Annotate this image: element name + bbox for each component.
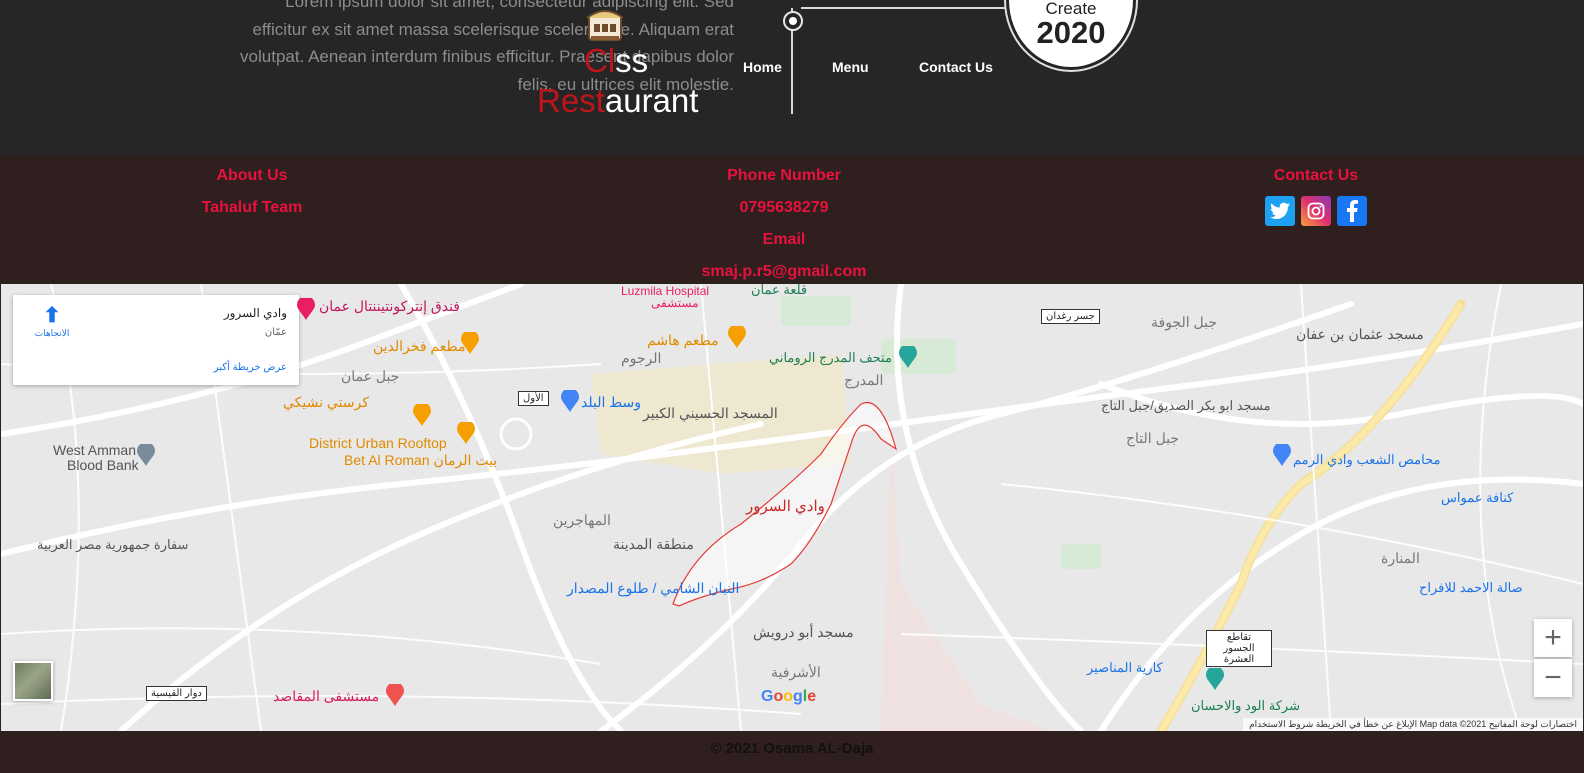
hospital-pin-icon[interactable] [386, 684, 404, 706]
place-pin-icon[interactable] [137, 444, 155, 466]
map-label: المسجد الحسيني الكبير [643, 405, 778, 421]
about-column: About Us Tahaluf Team [152, 160, 352, 224]
directions-button[interactable]: الاتجاهات [31, 304, 73, 339]
map-label: دوار القيسية [146, 686, 207, 701]
map-label: محامص الشعب وادي الرمم [1293, 452, 1441, 467]
map-label: مطعم هاشم [647, 332, 719, 348]
map-label: النبان الشامي / طلوع المصدار [567, 580, 740, 596]
map-label: مسجد ابو بكر الصديق/جبل التاج [1101, 398, 1271, 413]
map-label: جبل عمان [341, 368, 400, 384]
nav-contact-link[interactable]: Contact Us [919, 59, 993, 75]
map-label: الأشرفية [771, 664, 821, 680]
nav-menu-link[interactable]: Menu [832, 59, 869, 75]
contact-info-column: Phone Number 0795638279 Email smaj.p.r5@… [634, 160, 934, 288]
restaurant-pin-icon[interactable] [413, 404, 431, 426]
map-attribution[interactable]: الإبلاغ عن خطأ في الخريطة شروط الاستخدام… [1243, 718, 1583, 731]
map-label: مسجد أبو درويش [753, 624, 854, 640]
social-column: Contact Us [1216, 160, 1416, 226]
hero-line: efficitur ex sit amet massa scelerisque … [252, 19, 734, 39]
email-title: Email [762, 231, 806, 248]
map-label: وسط البلد [581, 394, 642, 410]
map-label: تقاطع الجسور العشرة [1206, 630, 1272, 667]
zoom-out-button[interactable]: − [1534, 659, 1572, 697]
map-label: صالة الاحمد للافراح [1419, 580, 1523, 595]
hero-line: volutpat. Aenean interdum finibus effici… [240, 47, 734, 66]
map-label: مطعم فخرالدين [373, 338, 466, 354]
year-badge: Create 2020 [1006, 0, 1136, 70]
hero-line: Lorem ipsum dolor sit amet, consectetur … [285, 0, 734, 11]
map-label: المنارة [1381, 550, 1420, 566]
map-label: West Amman [53, 442, 136, 458]
place-name: وادي السرور [223, 306, 287, 320]
about-title: About Us [216, 167, 288, 184]
about-text: Tahaluf Team [201, 199, 303, 216]
contact-title: Contact Us [1273, 167, 1359, 184]
phone-value: 0795638279 [739, 199, 829, 216]
restaurant-logo-icon [586, 10, 624, 41]
map-label: مسجد عثمان بن عفان [1296, 326, 1424, 342]
instagram-icon[interactable] [1301, 196, 1331, 226]
map-label: Blood Bank [67, 457, 139, 473]
logo-text-bottom: Restaurant [537, 82, 699, 119]
map-info-card: وادي السرور عمّان عرض خريطة أكبر الاتجاه… [13, 295, 299, 385]
map-label: مستشفى [651, 296, 699, 310]
phone-title: Phone Number [727, 167, 841, 184]
map-label: المدرج [844, 372, 884, 388]
logo-text-top: Clss [584, 42, 649, 79]
google-logo: Google [761, 688, 817, 705]
directions-label: الاتجاهات [34, 328, 70, 338]
map-label: منطقة المدينة [613, 536, 694, 552]
map-label: فندق إنتركونتيننتال عمان [319, 298, 460, 314]
timeline-dot [783, 11, 803, 31]
larger-map-link[interactable]: عرض خريطة أكبر [214, 362, 287, 373]
map-label: كنافة عمواس [1441, 490, 1514, 505]
restaurant-pin-icon[interactable] [728, 326, 746, 348]
badge-year: 2020 [1036, 15, 1106, 50]
map-label: سفارة جمهورية مصر العربية [37, 537, 189, 552]
shopping-pin-icon[interactable] [561, 390, 579, 412]
map-label: مستشفى المقاصد [273, 688, 380, 704]
shopping-pin-icon[interactable] [1273, 444, 1291, 466]
nav-home-link[interactable]: Home [743, 59, 782, 75]
map-layer-toggle[interactable] [13, 661, 53, 701]
map-label: المهاجرين [553, 512, 611, 528]
map-label: الأول [518, 391, 549, 406]
map-label: جبل التاج [1126, 430, 1180, 446]
museum-pin-icon[interactable] [899, 346, 917, 368]
map-label: Bet Al Roman بيت الرمان [344, 452, 498, 468]
hotel-pin-icon[interactable] [297, 298, 315, 320]
map-label: الرجوم [621, 350, 662, 366]
business-pin-icon[interactable] [1206, 668, 1224, 690]
place-city: عمّان [264, 327, 287, 338]
restaurant-pin-icon[interactable] [457, 422, 475, 444]
footer-section: About Us Tahaluf Team Phone Number 07956… [0, 155, 1584, 283]
social-links [1216, 196, 1416, 226]
map-label: وادي السرور [746, 498, 825, 515]
embedded-map[interactable]: وادي السرور عمّان عرض خريطة أكبر الاتجاه… [1, 284, 1583, 731]
zoom-in-button[interactable]: + [1534, 619, 1572, 657]
copyright: © 2021 Osama AL-Daja [0, 731, 1584, 773]
map-label: متحف المدرج الروماني [769, 350, 892, 365]
directions-icon [45, 305, 59, 323]
map-label: قلعة عمان [751, 284, 808, 297]
twitter-icon[interactable] [1265, 196, 1295, 226]
map-label: كارية المناصير [1087, 660, 1163, 675]
timeline-horizontal-line [801, 7, 1011, 9]
map-label: كرستي نشيكي [283, 394, 369, 410]
facebook-icon[interactable] [1337, 196, 1367, 226]
header-section: Lorem ipsum dolor sit amet, consectetur … [0, 0, 1584, 155]
restaurant-pin-icon[interactable] [461, 332, 479, 354]
map-label: جسر رغدان [1041, 309, 1100, 324]
map-label: شركة الود والاحسان [1191, 698, 1300, 713]
map-label: جبل الجوفة [1151, 314, 1217, 330]
map-label: District Urban Rooftop [309, 435, 447, 451]
